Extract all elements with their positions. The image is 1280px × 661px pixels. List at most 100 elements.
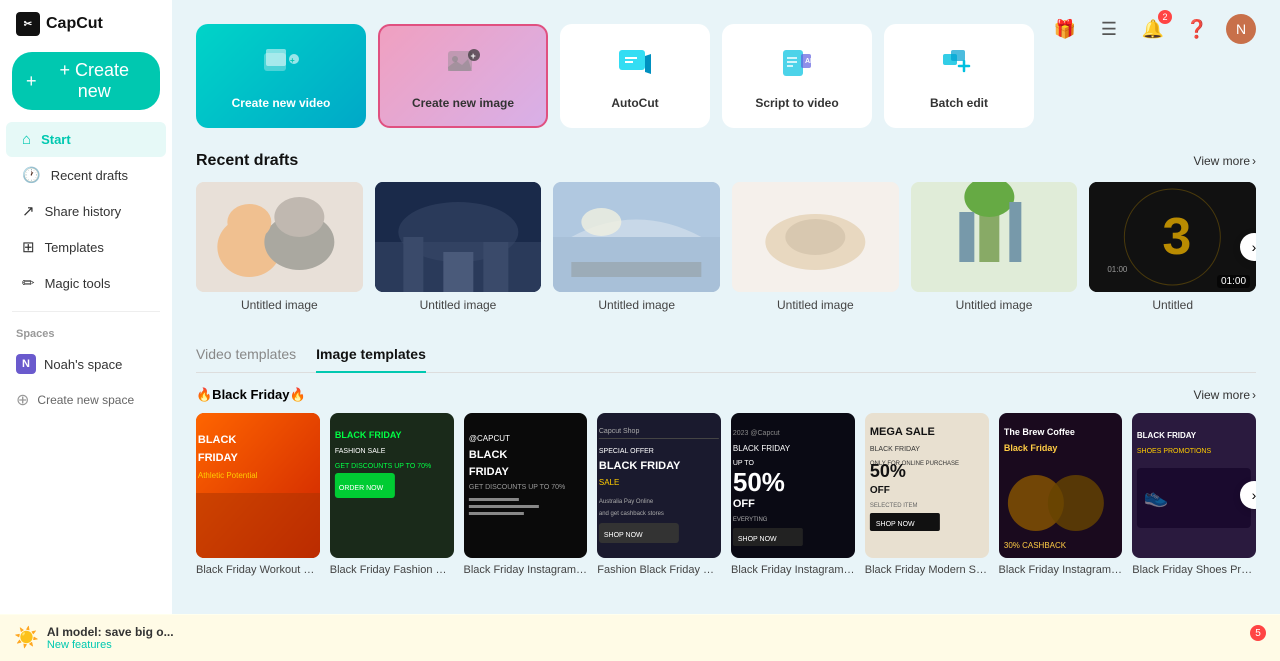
draft-item-1[interactable]: Untitled image (375, 182, 542, 312)
autocut-card[interactable]: AutoCut (560, 24, 710, 128)
template-item-1[interactable]: BLACK FRIDAY FASHION SALE GET DISCOUNTS … (330, 413, 454, 576)
draft-item-0[interactable]: Untitled image (196, 182, 363, 312)
create-video-label: Create new video (232, 96, 331, 110)
draft-thumb-1 (375, 182, 542, 292)
space-avatar: N (16, 354, 36, 374)
svg-text:SELECTED ITEM: SELECTED ITEM (870, 503, 918, 509)
svg-text:BLACK FRIDAY: BLACK FRIDAY (335, 430, 402, 440)
svg-text:BLACK FRIDAY: BLACK FRIDAY (870, 446, 920, 453)
script-to-video-label: Script to video (755, 96, 838, 110)
main-content: + Create new video + Create new image (172, 0, 1280, 661)
create-video-card[interactable]: + Create new video (196, 24, 366, 128)
template-label-6: Black Friday Instagram Post (999, 564, 1123, 576)
template-label-7: Black Friday Shoes Promotions... (1132, 564, 1256, 576)
batch-edit-label: Batch edit (930, 96, 988, 110)
draft-item-5[interactable]: 3 01:00 01:00 Untitled (1089, 182, 1256, 312)
sidebar-item-magic-tools[interactable]: ✏ Magic tools (6, 265, 166, 301)
share-icon: ↗ (22, 202, 35, 220)
sidebar-item-share-history[interactable]: ↗ Share history (6, 193, 166, 229)
svg-text:OFF: OFF (733, 498, 755, 510)
template-label-2: Black Friday Instagram Story (464, 564, 588, 576)
autocut-icon (613, 42, 657, 86)
draft-item-3[interactable]: Untitled image (732, 182, 899, 312)
create-new-button[interactable]: + + Create new (12, 52, 160, 110)
create-space-label: Create new space (37, 393, 134, 407)
sidebar-item-recent-drafts[interactable]: 🕐 Recent drafts (6, 157, 166, 193)
svg-text:BLACK: BLACK (468, 449, 507, 461)
svg-text:@CAPCUT: @CAPCUT (468, 434, 509, 443)
svg-text:GET DISCOUNTS UP TO 70%: GET DISCOUNTS UP TO 70% (468, 484, 564, 491)
svg-text:01:00: 01:00 (1108, 265, 1129, 274)
recent-drafts-view-more[interactable]: View more › (1194, 154, 1256, 168)
black-friday-label: 🔥Black Friday🔥 (196, 387, 306, 403)
sidebar-item-start[interactable]: ⌂ Start (6, 122, 166, 157)
svg-text:MEGA SALE: MEGA SALE (870, 426, 935, 438)
svg-text:SHOES PROMOTIONS: SHOES PROMOTIONS (1137, 448, 1212, 455)
gift-icon[interactable]: 🎁 (1050, 14, 1080, 44)
template-thumb-1: BLACK FRIDAY FASHION SALE GET DISCOUNTS … (330, 413, 454, 558)
svg-text:GET DISCOUNTS UP TO 70%: GET DISCOUNTS UP TO 70% (335, 463, 431, 470)
draft-duration: 01:00 (1217, 275, 1250, 288)
svg-text:50%: 50% (733, 467, 785, 497)
svg-text:BLACK FRIDAY: BLACK FRIDAY (599, 460, 681, 472)
svg-text:BLACK FRIDAY: BLACK FRIDAY (733, 444, 791, 453)
bell-icon[interactable]: 🔔 2 (1138, 14, 1168, 44)
tab-video-templates[interactable]: Video templates (196, 340, 296, 372)
space-name: Noah's space (44, 357, 122, 372)
image-icon: + (441, 42, 485, 86)
svg-text:SHOP NOW: SHOP NOW (604, 532, 643, 539)
tab-image-templates[interactable]: Image templates (316, 340, 426, 372)
draft-label-5: Untitled (1089, 298, 1256, 312)
draft-item-4[interactable]: Untitled image (911, 182, 1078, 312)
nav-label-start: Start (41, 132, 71, 147)
draft-label-0: Untitled image (196, 298, 363, 312)
template-item-3[interactable]: Capcut Shop SPECIAL OFFER BLACK FRIDAY S… (597, 413, 721, 576)
ai-badge-title: AI model: save big o... (47, 625, 174, 639)
ai-badge[interactable]: ☀️ AI model: save big o... New features … (0, 614, 1280, 661)
help-icon[interactable]: ❓ (1182, 14, 1212, 44)
create-image-card[interactable]: + Create new image (378, 24, 548, 128)
draft-item-2[interactable]: Untitled image (553, 182, 720, 312)
svg-text:SALE: SALE (599, 478, 619, 487)
template-item-6[interactable]: The Brew Coffee Black Friday 30% CASHBAC… (999, 413, 1123, 576)
create-image-label: Create new image (412, 96, 514, 110)
draft-thumb-3 (732, 182, 899, 292)
chevron-right-icon: › (1252, 154, 1256, 168)
templates-view-more[interactable]: View more › (1194, 388, 1256, 402)
template-label-5: Black Friday Modern Sale Instagram Post (865, 564, 989, 576)
svg-text:SHOP NOW: SHOP NOW (876, 521, 915, 528)
svg-text:SPECIAL OFFER: SPECIAL OFFER (599, 448, 654, 455)
avatar[interactable]: N (1226, 14, 1256, 44)
clock-icon: 🕐 (22, 166, 41, 184)
template-thumb-6: The Brew Coffee Black Friday 30% CASHBAC… (999, 413, 1123, 558)
template-item-5[interactable]: MEGA SALE BLACK FRIDAY ONLY FOR ONLINE P… (865, 413, 989, 576)
autocut-label: AutoCut (611, 96, 658, 110)
sidebar-item-templates[interactable]: ⊞ Templates (6, 229, 166, 265)
create-space[interactable]: ⊕ Create new space (0, 382, 172, 418)
svg-text:FRIDAY: FRIDAY (468, 466, 509, 478)
noah-space[interactable]: N Noah's space (0, 346, 172, 382)
template-item-7[interactable]: BLACK FRIDAY SHOES PROMOTIONS 👟 Black Fr… (1132, 413, 1256, 576)
plus-icon: + (26, 71, 37, 92)
template-thumb-0: BLACK FRIDAY Athletic Potential (196, 413, 320, 558)
draft-thumb-4 (911, 182, 1078, 292)
nav-label-magic: Magic tools (45, 276, 111, 291)
svg-text:EVERYTING: EVERYTING (733, 517, 768, 523)
template-item-0[interactable]: BLACK FRIDAY Athletic Potential Black Fr… (196, 413, 320, 576)
svg-text:and get cashback stores: and get cashback stores (599, 511, 664, 517)
create-new-label: + Create new (43, 60, 146, 102)
template-item-4[interactable]: 2023 @Capcut BLACK FRIDAY UP TO 50% OFF … (731, 413, 855, 576)
recent-drafts-header: Recent drafts View more › (196, 152, 1256, 170)
template-thumb-2: @CAPCUT BLACK FRIDAY GET DISCOUNTS UP TO… (464, 413, 588, 558)
template-thumb-3: Capcut Shop SPECIAL OFFER BLACK FRIDAY S… (597, 413, 721, 558)
svg-text:FASHION SALE: FASHION SALE (335, 448, 386, 455)
bell-badge: 2 (1158, 10, 1172, 24)
list-icon[interactable]: ☰ (1094, 14, 1124, 44)
draft-thumb-5: 3 01:00 01:00 (1089, 182, 1256, 292)
batch-edit-card[interactable]: Batch edit (884, 24, 1034, 128)
script-to-video-card[interactable]: AI Script to video (722, 24, 872, 128)
svg-text:+: + (471, 51, 476, 61)
svg-text:SHOP NOW: SHOP NOW (738, 536, 777, 543)
svg-text:Athletic Potential: Athletic Potential (198, 471, 258, 480)
template-item-2[interactable]: @CAPCUT BLACK FRIDAY GET DISCOUNTS UP TO… (464, 413, 588, 576)
